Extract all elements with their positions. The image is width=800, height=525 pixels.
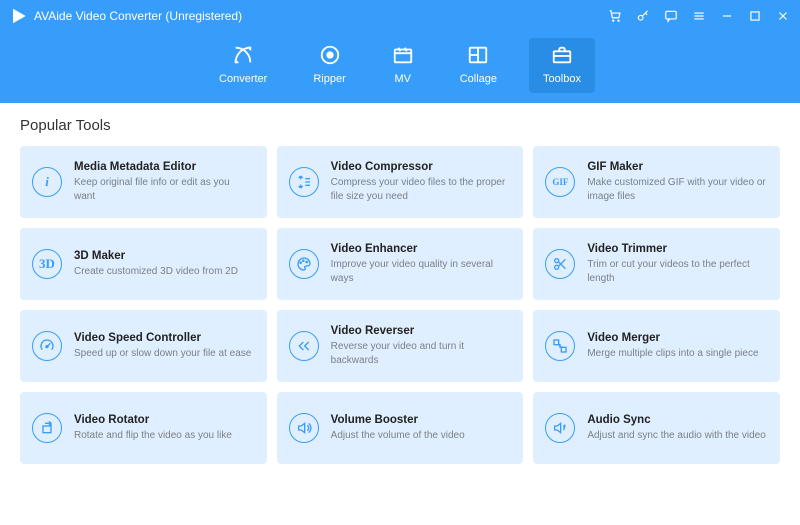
merge-icon	[545, 331, 575, 361]
palette-icon	[289, 249, 319, 279]
tab-label: Toolbox	[543, 73, 581, 85]
card-text: Volume Booster Adjust the volume of the …	[331, 414, 510, 443]
card-title: 3D Maker	[74, 250, 253, 262]
tool-card-merge[interactable]: Video Merger Merge multiple clips into a…	[533, 310, 780, 382]
header: AVAide Video Converter (Unregistered) Co…	[0, 0, 800, 103]
card-title: Media Metadata Editor	[74, 161, 253, 173]
tool-card-reverse[interactable]: Video Reverser Reverse your video and tu…	[277, 310, 524, 382]
section-title: Popular Tools	[20, 117, 780, 134]
scissors-icon	[545, 249, 575, 279]
collage-icon	[467, 44, 489, 69]
card-text: Video Compressor Compress your video fil…	[331, 161, 510, 203]
card-desc: Rotate and flip the video as you like	[74, 429, 253, 443]
card-text: Video Rotator Rotate and flip the video …	[74, 414, 253, 443]
logo-icon	[10, 7, 28, 25]
card-text: Video Speed Controller Speed up or slow …	[74, 332, 253, 361]
speed-icon	[32, 331, 62, 361]
tab-label: Ripper	[313, 73, 345, 85]
card-title: Video Speed Controller	[74, 332, 253, 344]
card-text: Video Enhancer Improve your video qualit…	[331, 243, 510, 285]
ripper-icon	[319, 44, 341, 69]
card-text: Audio Sync Adjust and sync the audio wit…	[587, 414, 766, 443]
card-title: GIF Maker	[587, 161, 766, 173]
card-desc: Compress your video files to the proper …	[331, 176, 510, 203]
card-desc: Adjust the volume of the video	[331, 429, 510, 443]
titlebar: AVAide Video Converter (Unregistered)	[0, 0, 800, 32]
tab-converter[interactable]: Converter	[205, 38, 281, 93]
card-text: GIF Maker Make customized GIF with your …	[587, 161, 766, 203]
tool-card-sync[interactable]: Audio Sync Adjust and sync the audio wit…	[533, 392, 780, 464]
tool-card-info[interactable]: i Media Metadata Editor Keep original fi…	[20, 146, 267, 218]
key-icon[interactable]	[636, 9, 650, 23]
tab-collage[interactable]: Collage	[446, 38, 511, 93]
card-desc: Create customized 3D video from 2D	[74, 265, 253, 279]
3d-icon: 3D	[32, 249, 62, 279]
card-text: Video Merger Merge multiple clips into a…	[587, 332, 766, 361]
card-desc: Trim or cut your videos to the perfect l…	[587, 258, 766, 285]
mv-icon	[392, 44, 414, 69]
card-title: Video Merger	[587, 332, 766, 344]
card-text: Video Trimmer Trim or cut your videos to…	[587, 243, 766, 285]
menu-icon[interactable]	[692, 9, 706, 23]
converter-icon	[232, 44, 254, 69]
tools-grid: i Media Metadata Editor Keep original fi…	[20, 146, 780, 464]
card-desc: Merge multiple clips into a single piece	[587, 347, 766, 361]
card-desc: Adjust and sync the audio with the video	[587, 429, 766, 443]
card-text: Media Metadata Editor Keep original file…	[74, 161, 253, 203]
tool-card-3d[interactable]: 3D 3D Maker Create customized 3D video f…	[20, 228, 267, 300]
tool-card-speed[interactable]: Video Speed Controller Speed up or slow …	[20, 310, 267, 382]
tab-toolbox[interactable]: Toolbox	[529, 38, 595, 93]
tab-label: MV	[394, 73, 411, 85]
card-title: Volume Booster	[331, 414, 510, 426]
tool-card-scissors[interactable]: Video Trimmer Trim or cut your videos to…	[533, 228, 780, 300]
app-logo: AVAide Video Converter (Unregistered)	[10, 7, 242, 25]
card-desc: Speed up or slow down your file at ease	[74, 347, 253, 361]
sync-icon	[545, 413, 575, 443]
compress-icon	[289, 167, 319, 197]
card-text: 3D Maker Create customized 3D video from…	[74, 250, 253, 279]
app-title: AVAide Video Converter (Unregistered)	[34, 9, 242, 23]
maximize-icon[interactable]	[748, 9, 762, 23]
card-title: Video Reverser	[331, 325, 510, 337]
chat-icon[interactable]	[664, 9, 678, 23]
card-desc: Keep original file info or edit as you w…	[74, 176, 253, 203]
card-desc: Make customized GIF with your video or i…	[587, 176, 766, 203]
nav-tabs: Converter Ripper MV Collage Toolbox	[0, 32, 800, 103]
tab-label: Converter	[219, 73, 267, 85]
content-area: Popular Tools i Media Metadata Editor Ke…	[0, 103, 800, 525]
tool-card-rotate[interactable]: Video Rotator Rotate and flip the video …	[20, 392, 267, 464]
tool-card-palette[interactable]: Video Enhancer Improve your video qualit…	[277, 228, 524, 300]
rotate-icon	[32, 413, 62, 443]
tool-card-volume[interactable]: Volume Booster Adjust the volume of the …	[277, 392, 524, 464]
tool-card-gif[interactable]: GIF GIF Maker Make customized GIF with y…	[533, 146, 780, 218]
card-text: Video Reverser Reverse your video and tu…	[331, 325, 510, 367]
card-title: Video Rotator	[74, 414, 253, 426]
cart-icon[interactable]	[608, 9, 622, 23]
tab-label: Collage	[460, 73, 497, 85]
reverse-icon	[289, 331, 319, 361]
app-window: AVAide Video Converter (Unregistered) Co…	[0, 0, 800, 525]
minimize-icon[interactable]	[720, 9, 734, 23]
title-controls	[608, 9, 790, 23]
card-title: Video Enhancer	[331, 243, 510, 255]
card-title: Video Compressor	[331, 161, 510, 173]
tab-ripper[interactable]: Ripper	[299, 38, 359, 93]
card-title: Video Trimmer	[587, 243, 766, 255]
tool-card-compress[interactable]: Video Compressor Compress your video fil…	[277, 146, 524, 218]
info-icon: i	[32, 167, 62, 197]
card-title: Audio Sync	[587, 414, 766, 426]
close-icon[interactable]	[776, 9, 790, 23]
toolbox-icon	[551, 44, 573, 69]
card-desc: Improve your video quality in several wa…	[331, 258, 510, 285]
card-desc: Reverse your video and turn it backwards	[331, 340, 510, 367]
tab-mv[interactable]: MV	[378, 38, 428, 93]
volume-icon	[289, 413, 319, 443]
gif-icon: GIF	[545, 167, 575, 197]
